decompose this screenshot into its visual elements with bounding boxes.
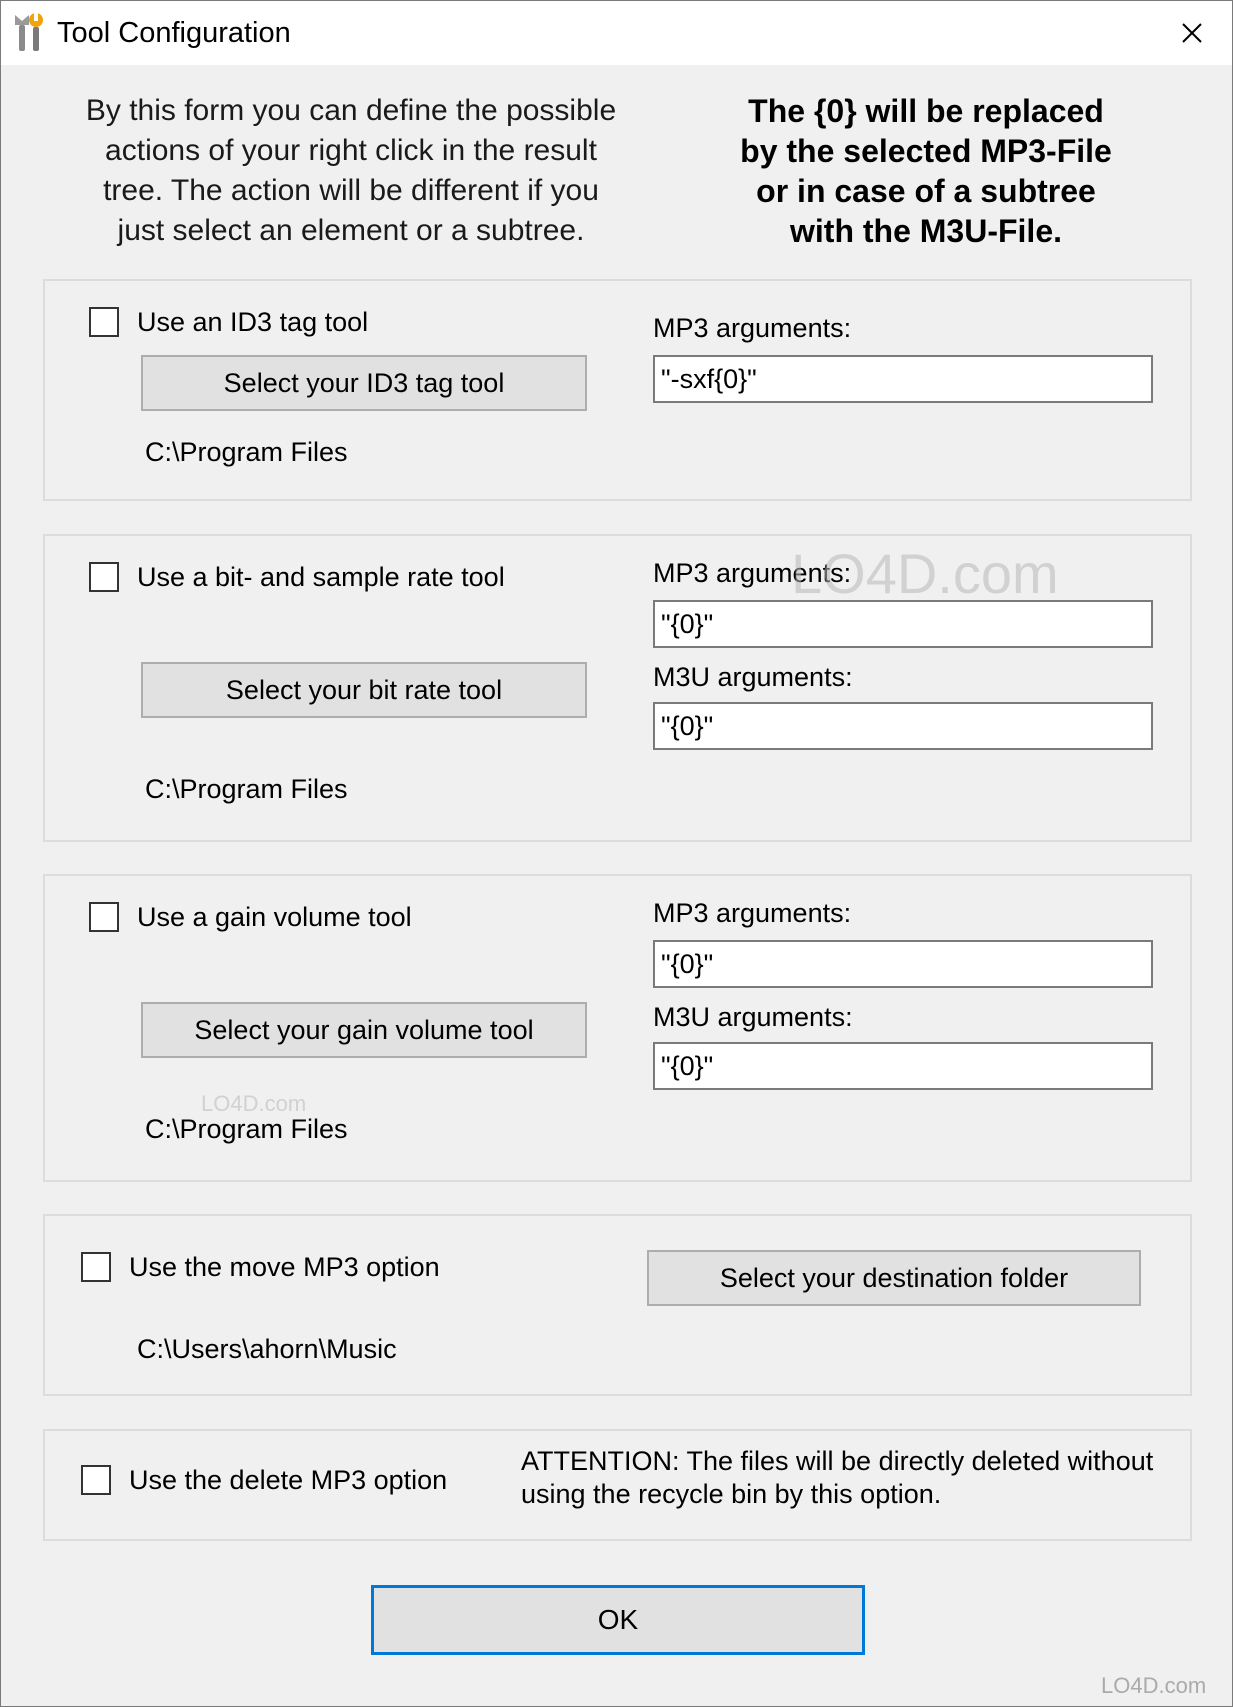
delete-attention-text: ATTENTION: The files will be directly de… <box>521 1445 1153 1511</box>
bitrate-m3u-arguments-input[interactable] <box>653 702 1153 750</box>
attention-line: using the recycle bin by this option. <box>521 1479 942 1509</box>
gain-tool-group: Use a gain volume tool Select your gain … <box>43 874 1192 1182</box>
note-line: with the M3U-File. <box>790 213 1062 249</box>
bitrate-tool-group: Use a bit- and sample rate tool Select y… <box>43 534 1192 842</box>
intro-description: By this form you can define the possible… <box>51 91 651 251</box>
intro-line: By this form you can define the possible <box>85 94 617 127</box>
close-icon <box>1182 23 1202 43</box>
bitrate-tool-path: C:\Program Files <box>145 774 348 804</box>
intro-line: actions of your right click in the resul… <box>105 134 597 167</box>
move-option-checkbox[interactable] <box>81 1252 111 1282</box>
gain-mp3-arguments-input[interactable] <box>653 940 1153 988</box>
gain-m3u-arguments-label: M3U arguments: <box>653 1002 853 1032</box>
watermark-logo: LO4D.com <box>1101 1673 1206 1699</box>
move-option-group: Use the move MP3 option C:\Users\ahorn\M… <box>43 1214 1192 1396</box>
intro-line: just select an element or a subtree. <box>117 214 585 247</box>
id3-tool-checkbox[interactable] <box>89 307 119 337</box>
bitrate-mp3-arguments-input[interactable] <box>653 600 1153 648</box>
close-button[interactable] <box>1152 1 1232 65</box>
note-line: by the selected MP3-File <box>740 133 1112 169</box>
note-line: The {0} will be replaced <box>748 93 1104 129</box>
attention-line: ATTENTION: The files will be directly de… <box>521 1446 1154 1476</box>
gain-tool-label[interactable]: Use a gain volume tool <box>137 900 412 934</box>
move-destination-path: C:\Users\ahorn\Music <box>137 1334 397 1364</box>
id3-tool-label[interactable]: Use an ID3 tag tool <box>137 305 368 339</box>
select-id3-tool-button[interactable]: Select your ID3 tag tool <box>141 355 587 411</box>
watermark-text: LO4D.com <box>1101 1673 1207 1698</box>
select-destination-folder-button[interactable]: Select your destination folder <box>647 1250 1141 1306</box>
placeholder-note: The {0} will be replaced by the selected… <box>691 91 1161 251</box>
id3-mp3-arguments-label: MP3 arguments: <box>653 313 852 343</box>
select-bitrate-tool-button[interactable]: Select your bit rate tool <box>141 662 587 718</box>
tool-configuration-window: Tool Configuration By this form you can … <box>0 0 1233 1707</box>
select-gain-tool-button[interactable]: Select your gain volume tool <box>141 1002 587 1058</box>
gain-mp3-arguments-label: MP3 arguments: <box>653 898 852 928</box>
bitrate-tool-label[interactable]: Use a bit- and sample rate tool <box>137 560 505 594</box>
bitrate-m3u-arguments-label: M3U arguments: <box>653 662 853 692</box>
delete-option-group: Use the delete MP3 option ATTENTION: The… <box>43 1429 1192 1541</box>
title-bar[interactable]: Tool Configuration <box>1 1 1232 65</box>
tools-icon <box>15 13 43 51</box>
id3-tool-group: Use an ID3 tag tool Select your ID3 tag … <box>43 279 1192 501</box>
window-title: Tool Configuration <box>57 17 291 49</box>
move-option-label[interactable]: Use the move MP3 option <box>129 1250 440 1284</box>
gain-tool-path: C:\Program Files <box>145 1114 348 1144</box>
note-line: or in case of a subtree <box>756 173 1096 209</box>
ok-button[interactable]: OK <box>371 1585 865 1655</box>
gain-m3u-arguments-input[interactable] <box>653 1042 1153 1090</box>
intro-line: tree. The action will be different if yo… <box>103 174 599 207</box>
bitrate-tool-checkbox[interactable] <box>89 562 119 592</box>
bitrate-mp3-arguments-label: MP3 arguments: <box>653 558 852 588</box>
gain-tool-checkbox[interactable] <box>89 902 119 932</box>
id3-mp3-arguments-input[interactable] <box>653 355 1153 403</box>
delete-option-label[interactable]: Use the delete MP3 option <box>129 1463 447 1497</box>
delete-option-checkbox[interactable] <box>81 1465 111 1495</box>
id3-tool-path: C:\Program Files <box>145 437 348 467</box>
